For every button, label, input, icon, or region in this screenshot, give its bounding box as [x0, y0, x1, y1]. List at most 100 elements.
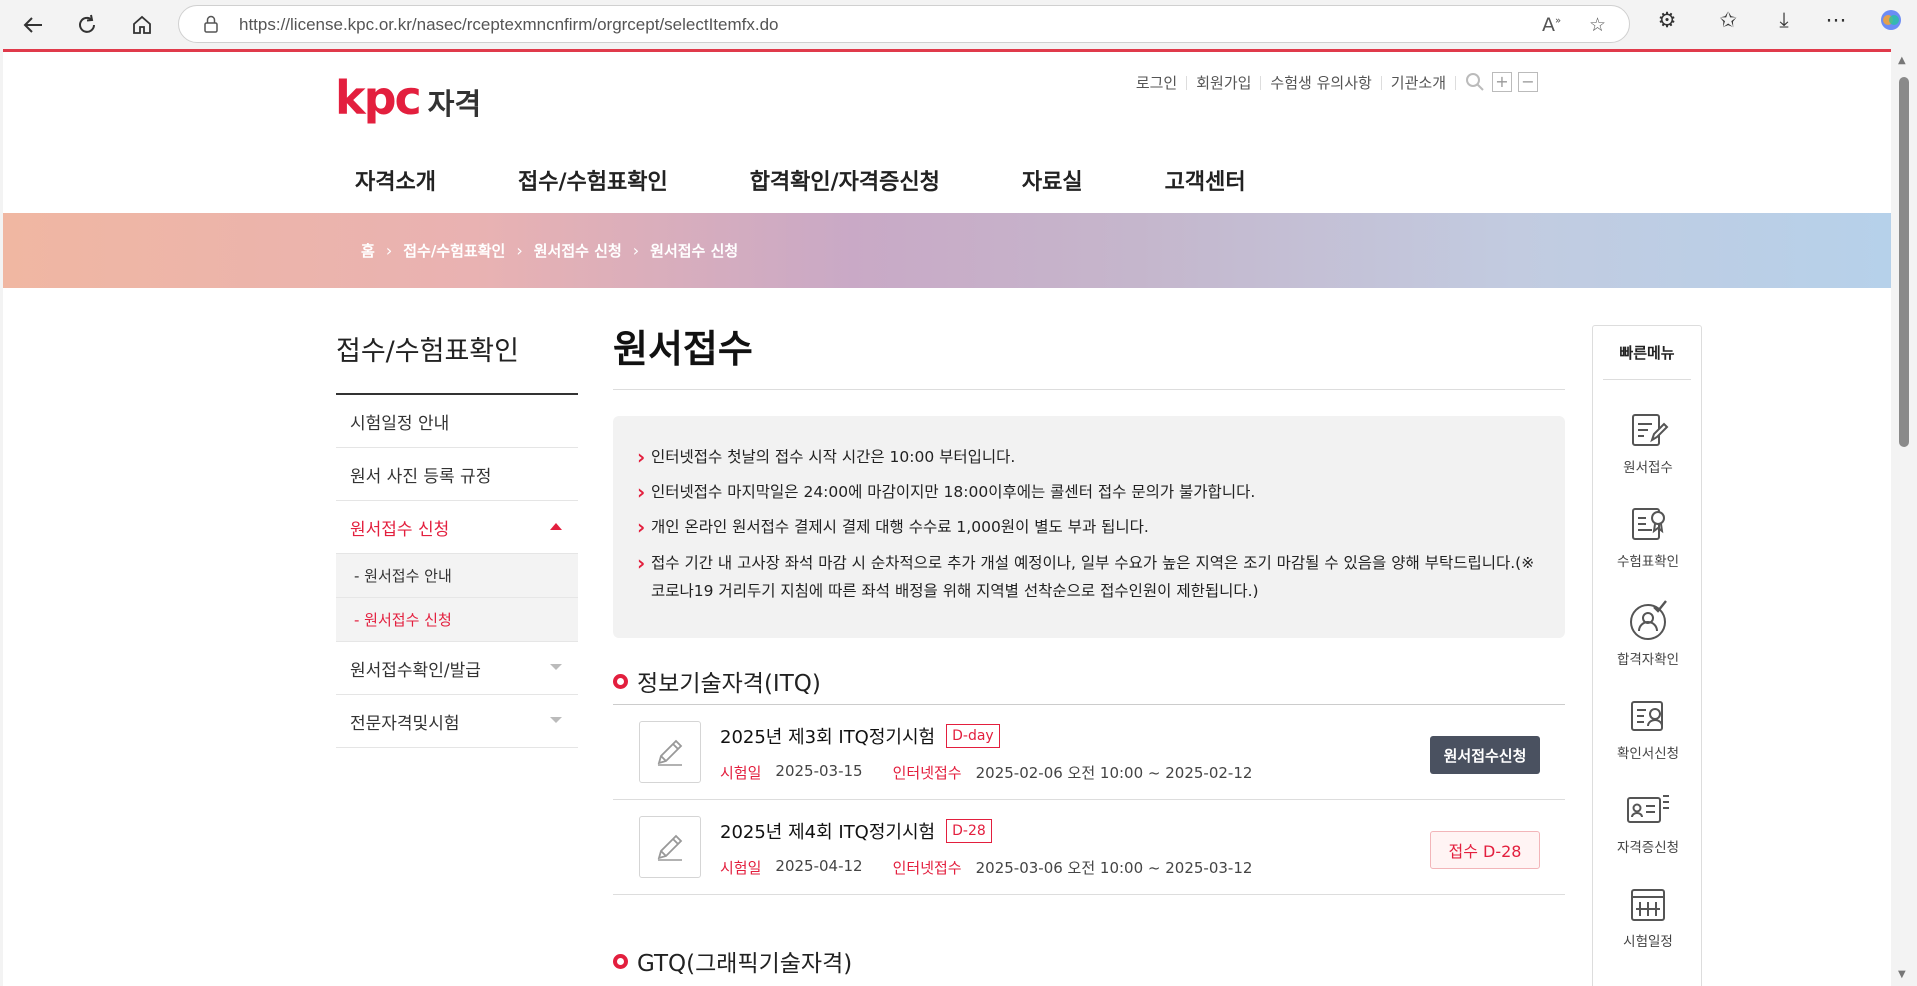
section-title-gtq: GTQ(그래픽기술자격)	[613, 944, 852, 978]
scroll-up-icon[interactable]: ▲	[1898, 55, 1906, 66]
exam-row: 2025년 제4회 ITQ정기시험 D-28 시험일 2025-04-12 인터…	[613, 800, 1565, 895]
sidebar-item-schedule[interactable]: 시험일정 안내	[336, 395, 578, 448]
address-bar[interactable]: https://license.kpc.or.kr/nasec/rceptexm…	[178, 5, 1630, 43]
quick-menu-title: 빠른메뉴	[1603, 326, 1691, 380]
copilot-icon[interactable]	[1874, 8, 1908, 37]
extensions-icon[interactable]: ⚙	[1650, 8, 1684, 32]
exam-info: 시험일 2025-04-12 인터넷접수 2025-03-06 오전 10:00…	[720, 857, 1282, 878]
exam-info: 시험일 2025-03-15 인터넷접수 2025-02-06 오전 10:00…	[720, 762, 1282, 783]
breadcrumb-home[interactable]: 홈	[361, 240, 375, 261]
period-label: 인터넷접수	[892, 764, 962, 782]
scrollbar-thumb[interactable]	[1899, 77, 1909, 447]
search-icon[interactable]	[1464, 72, 1486, 94]
sidebar-item-professional[interactable]: 전문자격및시험	[336, 695, 578, 748]
sidebar-item-label: 전문자격및시험	[350, 713, 460, 734]
section-title-itq: 정보기술자격(ITQ)	[613, 664, 821, 698]
about-link[interactable]: 기관소개	[1382, 76, 1456, 91]
calendar-icon	[1631, 889, 1665, 921]
downloads-icon[interactable]: ⤓	[1767, 8, 1801, 33]
sidebar-item-apply[interactable]: 원서접수 신청	[336, 501, 578, 554]
logo-sub: 자격	[427, 87, 482, 121]
exam-name: 2025년 제4회 ITQ정기시험	[720, 822, 936, 843]
notice-item: 개인 온라인 원서접수 결제시 결제 대행 수수료 1,000원이 별도 부과 …	[637, 510, 1541, 545]
more-menu-icon[interactable]: ⋯	[1819, 8, 1853, 32]
sidebar-item-label: 원서접수 신청	[350, 519, 450, 540]
dday-badge: D-28	[946, 819, 992, 843]
candidate-notice-link[interactable]: 수험생 유의사항	[1261, 76, 1382, 91]
dday-status-button[interactable]: 접수 D-28	[1430, 831, 1540, 869]
site-logo[interactable]: kpc 자격	[335, 70, 481, 126]
id-card-icon	[1627, 795, 1669, 823]
title-divider	[613, 389, 1565, 390]
browser-toolbar: https://license.kpc.or.kr/nasec/rceptexm…	[0, 0, 1917, 49]
notice-box: 인터넷접수 첫날의 접수 시작 시간은 10:00 부터입니다. 인터넷접수 마…	[613, 416, 1565, 638]
exam-date-label: 시험일	[720, 764, 762, 782]
nav-item-results[interactable]: 합격확인/자격증신청	[750, 164, 940, 196]
lock-icon	[204, 15, 218, 33]
sidebar-item-photo-rules[interactable]: 원서 사진 등록 규정	[336, 448, 578, 501]
certificate-request-icon	[1631, 701, 1663, 731]
back-arrow-icon[interactable]	[16, 8, 50, 42]
quick-item-label: 합격자확인	[1616, 652, 1680, 668]
exam-name-row: 2025년 제4회 ITQ정기시험 D-28	[720, 818, 992, 844]
edit-form-icon	[1632, 414, 1669, 446]
home-icon[interactable]	[125, 8, 159, 42]
breadcrumb: 홈 › 접수/수험표확인 › 원서접수 신청 › 원서접수 신청	[361, 240, 738, 261]
scroll-down-icon[interactable]: ▼	[1898, 969, 1906, 980]
login-link[interactable]: 로그인	[1127, 76, 1188, 91]
exam-date: 2025-04-12	[775, 857, 863, 875]
apply-button[interactable]: 원서접수신청	[1430, 736, 1540, 774]
sidebar-subitem-apply-guide[interactable]: - 원서접수 안내	[336, 554, 578, 598]
exam-date: 2025-03-15	[775, 762, 863, 780]
url-text: https://license.kpc.or.kr/nasec/rceptexm…	[239, 15, 779, 34]
quick-item-cert-request[interactable]: 확인서신청	[1593, 696, 1703, 762]
caret-down-icon	[550, 717, 562, 723]
caret-down-icon	[550, 664, 562, 670]
breadcrumb-level1[interactable]: 접수/수험표확인	[403, 240, 505, 261]
period: 2025-03-06 오전 10:00 ~ 2025-03-12	[975, 859, 1253, 877]
exam-date-label: 시험일	[720, 859, 762, 877]
notice-item: 접수 기간 내 고사장 좌석 마감 시 순차적으로 추가 개설 예정이나, 일부…	[637, 549, 1541, 605]
chevron-right-icon: ›	[516, 241, 523, 260]
favorite-star-icon[interactable]: ☆	[1589, 14, 1606, 36]
zoom-out-icon[interactable]: −	[1518, 72, 1538, 92]
signup-link[interactable]: 회원가입	[1187, 76, 1262, 91]
quick-item-schedule[interactable]: 시험일정	[1593, 884, 1703, 950]
chevron-right-icon: ›	[632, 241, 640, 260]
refresh-icon[interactable]	[70, 8, 104, 42]
quick-item-license[interactable]: 자격증신청	[1593, 790, 1703, 856]
nav-item-intro[interactable]: 자격소개	[355, 164, 436, 196]
quick-item-label: 원서접수	[1623, 460, 1673, 476]
nav-item-resources[interactable]: 자료실	[1022, 164, 1083, 196]
breadcrumb-current[interactable]: 원서접수 신청	[650, 240, 738, 261]
quick-menu: 빠른메뉴 원서접수 수험표확인 합격자확인 확인서신청 자격증신청 시험일정	[1592, 325, 1702, 986]
nav-item-application[interactable]: 접수/수험표확인	[518, 164, 668, 196]
exam-list: 2025년 제3회 ITQ정기시험 D-day 시험일 2025-03-15 인…	[613, 704, 1565, 895]
chevron-right-icon: ›	[385, 241, 393, 260]
favorites-icon[interactable]: ✩	[1711, 8, 1745, 32]
exam-name-row: 2025년 제3회 ITQ정기시험 D-day	[720, 723, 1000, 749]
exam-name: 2025년 제3회 ITQ정기시험	[720, 727, 936, 748]
sidebar-item-confirm[interactable]: 원서접수확인/발급	[336, 642, 578, 695]
sidebar-submenu: - 원서접수 안내 - 원서접수 신청	[336, 554, 578, 642]
sidebar-subitem-apply[interactable]: - 원서접수 신청	[336, 598, 578, 642]
main-nav: 자격소개 접수/수험표확인 합격확인/자격증신청 자료실 고객센터	[355, 164, 1328, 196]
quick-item-label: 확인서신청	[1616, 746, 1680, 762]
page-scrollbar[interactable]: ▲ ▼	[1891, 49, 1917, 986]
read-aloud-icon[interactable]: A»	[1542, 14, 1561, 36]
page-title: 원서접수	[613, 327, 753, 371]
dday-badge: D-day	[946, 724, 1000, 748]
sidebar-item-label: 원서 사진 등록 규정	[350, 466, 492, 487]
quick-item-pass[interactable]: 합격자확인	[1593, 598, 1703, 668]
quick-item-ticket[interactable]: 수험표확인	[1593, 504, 1703, 570]
period-label: 인터넷접수	[892, 859, 962, 877]
breadcrumb-level2[interactable]: 원서접수 신청	[534, 240, 622, 261]
exam-row: 2025년 제3회 ITQ정기시험 D-day 시험일 2025-03-15 인…	[613, 705, 1565, 800]
section-title-text: GTQ(그래픽기술자격)	[637, 951, 853, 977]
zoom-in-icon[interactable]: +	[1492, 72, 1512, 92]
period: 2025-02-06 오전 10:00 ~ 2025-02-12	[975, 764, 1253, 782]
bullet-circle-icon	[613, 673, 628, 689]
bullet-circle-icon	[613, 953, 628, 969]
nav-item-support[interactable]: 고객센터	[1165, 164, 1246, 196]
quick-item-apply[interactable]: 원서접수	[1593, 410, 1703, 476]
